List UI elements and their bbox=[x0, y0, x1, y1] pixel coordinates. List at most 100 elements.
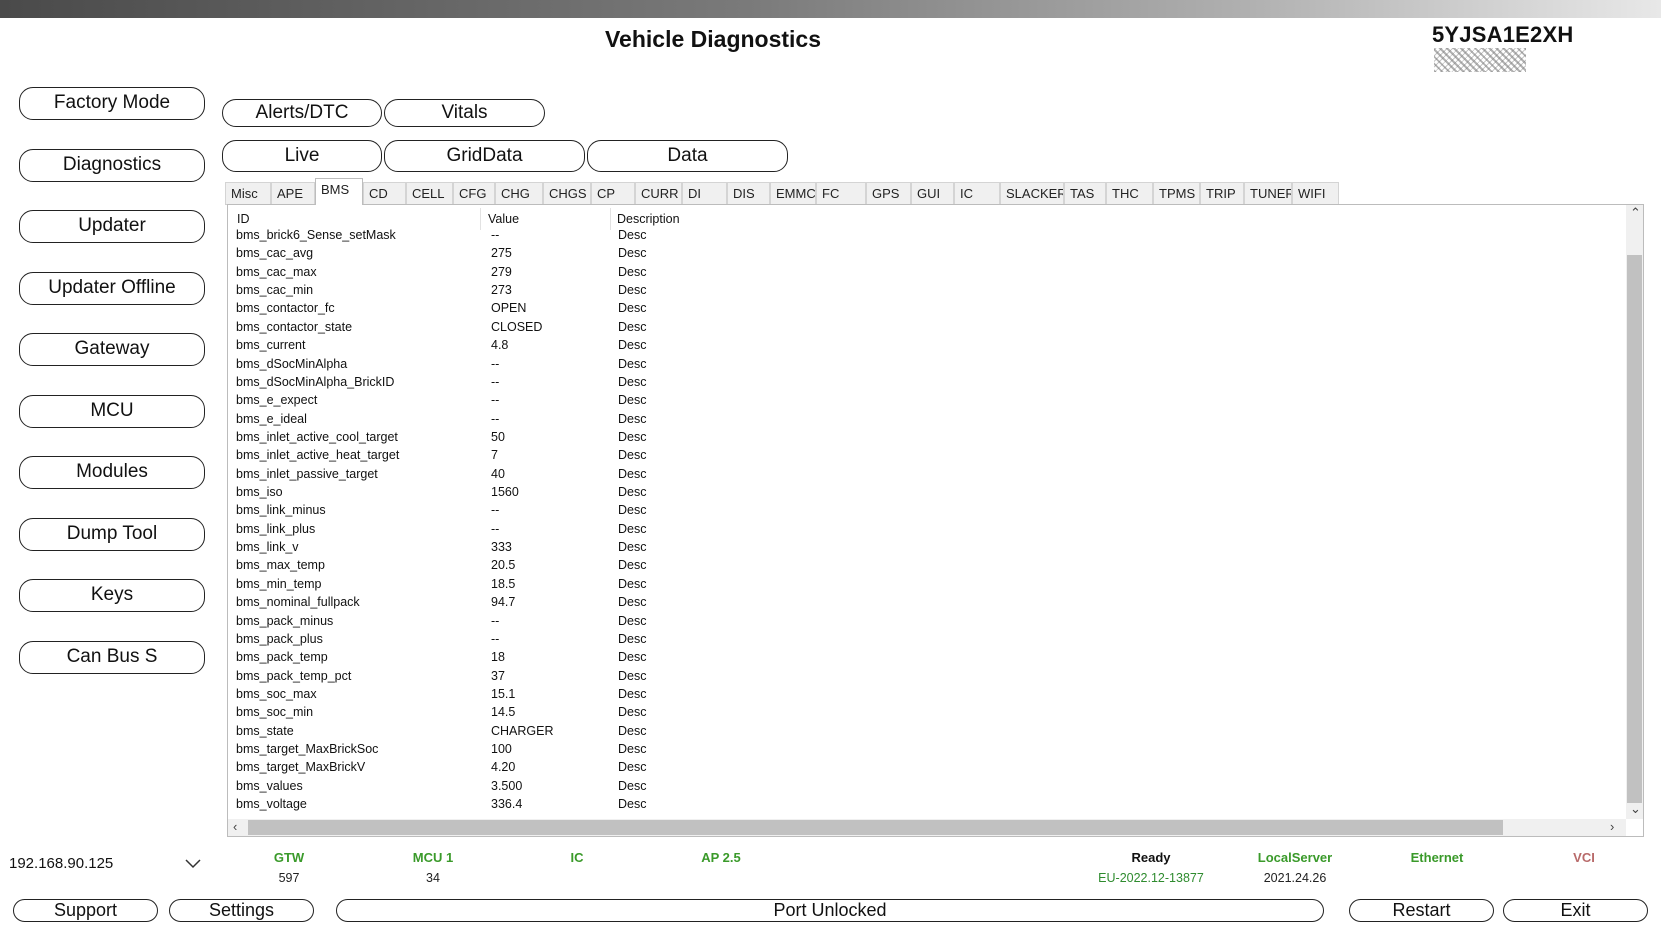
status-value-localserver: 2021.24.26 bbox=[1263, 871, 1327, 885]
tab-data[interactable]: Data bbox=[587, 140, 788, 172]
tab-gui[interactable]: GUI bbox=[911, 182, 954, 204]
table-row[interactable]: bms_voltage 336.4 Desc bbox=[228, 797, 1626, 815]
cell-description: Desc bbox=[618, 485, 647, 500]
column-separator[interactable] bbox=[610, 208, 611, 230]
table-row[interactable]: bms_cac_min 273 Desc bbox=[228, 283, 1626, 301]
tab-tpms[interactable]: TPMS bbox=[1153, 182, 1200, 204]
tab-ape[interactable]: APE bbox=[271, 182, 315, 204]
tab-gps[interactable]: GPS bbox=[866, 182, 911, 204]
table-row[interactable]: bms_link_minus -- Desc bbox=[228, 503, 1626, 521]
sidebar-button-can-bus-s[interactable]: Can Bus S bbox=[19, 640, 205, 674]
tab-fc[interactable]: FC bbox=[816, 182, 866, 204]
status-label-localserver: LocalServer bbox=[1257, 850, 1333, 865]
column-header-description[interactable]: Description bbox=[617, 212, 680, 226]
tab-dis[interactable]: DIS bbox=[727, 182, 770, 204]
table-row[interactable]: bms_contactor_state CLOSED Desc bbox=[228, 320, 1626, 338]
table-row[interactable]: bms_current 4.8 Desc bbox=[228, 338, 1626, 356]
restart-button[interactable]: Restart bbox=[1349, 899, 1494, 922]
sidebar-button-updater-offline[interactable]: Updater Offline bbox=[19, 271, 205, 305]
table-row[interactable]: bms_e_ideal -- Desc bbox=[228, 412, 1626, 430]
tab-griddata[interactable]: GridData bbox=[384, 140, 585, 172]
tab-misc[interactable]: Misc bbox=[225, 182, 271, 204]
tab-alerts-dtc[interactable]: Alerts/DTC bbox=[222, 99, 382, 127]
table-row[interactable]: bms_pack_minus -- Desc bbox=[228, 614, 1626, 632]
column-header-value[interactable]: Value bbox=[488, 212, 519, 226]
sidebar-button-factory-mode[interactable]: Factory Mode bbox=[19, 87, 205, 120]
tab-chg[interactable]: CHG bbox=[495, 182, 543, 204]
table-row[interactable]: bms_pack_temp_pct 37 Desc bbox=[228, 669, 1626, 687]
tab-wifi[interactable]: WIFI bbox=[1292, 182, 1339, 204]
sidebar-button-mcu[interactable]: MCU bbox=[19, 394, 205, 428]
cell-id: bms_contactor_state bbox=[236, 319, 353, 334]
sidebar-button-updater[interactable]: Updater bbox=[19, 210, 205, 243]
scroll-down-icon[interactable]: ⌄ bbox=[1630, 801, 1641, 817]
cell-value: -- bbox=[491, 631, 500, 646]
tab-emmc[interactable]: EMMC bbox=[770, 182, 816, 204]
exit-button[interactable]: Exit bbox=[1503, 899, 1648, 922]
sidebar-button-gateway[interactable]: Gateway bbox=[19, 333, 205, 366]
table-row[interactable]: bms_target_MaxBrickSoc 100 Desc bbox=[228, 742, 1626, 760]
tab-slacker[interactable]: SLACKER bbox=[1000, 182, 1064, 204]
cell-description: Desc bbox=[618, 613, 647, 628]
table-row[interactable]: bms_state CHARGER Desc bbox=[228, 724, 1626, 742]
table-row[interactable]: bms_iso 1560 Desc bbox=[228, 485, 1626, 503]
vertical-scrollbar[interactable]: ⌃ ⌄ bbox=[1626, 205, 1643, 819]
tab-di[interactable]: DI bbox=[682, 182, 727, 204]
table-row[interactable]: bms_max_temp 20.5 Desc bbox=[228, 558, 1626, 576]
tab-ic[interactable]: IC bbox=[954, 182, 1000, 204]
sidebar-button-keys[interactable]: Keys bbox=[19, 579, 205, 612]
table-row[interactable]: bms_min_temp 18.5 Desc bbox=[228, 577, 1626, 595]
settings-button[interactable]: Settings bbox=[169, 899, 314, 922]
table-row[interactable]: bms_contactor_fc OPEN Desc bbox=[228, 301, 1626, 319]
tab-bms[interactable]: BMS bbox=[315, 178, 363, 205]
status-label-ic: IC bbox=[570, 850, 584, 865]
tab-vitals[interactable]: Vitals bbox=[384, 99, 545, 127]
table-row[interactable]: bms_cac_max 279 Desc bbox=[228, 265, 1626, 283]
tab-cp[interactable]: CP bbox=[591, 182, 635, 204]
tab-thc[interactable]: THC bbox=[1106, 182, 1153, 204]
tab-cfg[interactable]: CFG bbox=[453, 182, 495, 204]
tab-tuner[interactable]: TUNER bbox=[1244, 182, 1292, 204]
table-row[interactable]: bms_e_expect -- Desc bbox=[228, 393, 1626, 411]
sidebar-button-dump-tool[interactable]: Dump Tool bbox=[19, 517, 205, 551]
table-row[interactable]: bms_cac_avg 275 Desc bbox=[228, 246, 1626, 264]
port-status-button[interactable]: Port Unlocked bbox=[336, 899, 1324, 922]
table-row[interactable]: bms_dSocMinAlpha -- Desc bbox=[228, 357, 1626, 375]
table-row[interactable]: bms_pack_plus -- Desc bbox=[228, 632, 1626, 650]
tab-tas[interactable]: TAS bbox=[1064, 182, 1106, 204]
table-row[interactable]: bms_inlet_passive_target 40 Desc bbox=[228, 467, 1626, 485]
cell-id: bms_inlet_passive_target bbox=[236, 466, 378, 481]
sidebar-button-diagnostics[interactable]: Diagnostics bbox=[19, 148, 205, 182]
tab-trip[interactable]: TRIP bbox=[1200, 182, 1244, 204]
tab-live[interactable]: Live bbox=[222, 140, 382, 172]
status-value-gtw: 597 bbox=[278, 871, 300, 885]
tab-curr[interactable]: CURR bbox=[635, 182, 682, 204]
table-row[interactable]: bms_nominal_fullpack 94.7 Desc bbox=[228, 595, 1626, 613]
table-row[interactable]: bms_inlet_active_cool_target 50 Desc bbox=[228, 430, 1626, 448]
table-row[interactable]: bms_dSocMinAlpha_BrickID -- Desc bbox=[228, 375, 1626, 393]
tab-cell[interactable]: CELL bbox=[406, 182, 453, 204]
table-row[interactable]: bms_soc_max 15.1 Desc bbox=[228, 687, 1626, 705]
table-row[interactable]: bms_pack_temp 18 Desc bbox=[228, 650, 1626, 668]
table-row[interactable]: bms_link_plus -- Desc bbox=[228, 522, 1626, 540]
scroll-right-icon[interactable]: › bbox=[1610, 819, 1614, 834]
tab-chgs[interactable]: CHGS bbox=[543, 182, 591, 204]
tab-cd[interactable]: CD bbox=[363, 182, 406, 204]
scroll-left-icon[interactable]: ‹ bbox=[233, 819, 237, 834]
support-button[interactable]: Support bbox=[13, 899, 158, 922]
table-row[interactable]: bms_values 3.500 Desc bbox=[228, 779, 1626, 797]
ip-address-select[interactable]: 192.168.90.125 bbox=[0, 847, 216, 880]
cell-description: Desc bbox=[618, 540, 647, 555]
column-header-id[interactable]: ID bbox=[237, 212, 250, 226]
table-row[interactable]: bms_link_v 333 Desc bbox=[228, 540, 1626, 558]
table-row[interactable]: bms_inlet_active_heat_target 7 Desc bbox=[228, 448, 1626, 466]
horizontal-scrollbar[interactable]: ‹ › bbox=[228, 819, 1626, 836]
table-row[interactable]: bms_soc_min 14.5 Desc bbox=[228, 705, 1626, 723]
table-row[interactable]: bms_target_MaxBrickV 4.20 Desc bbox=[228, 760, 1626, 778]
vertical-scroll-thumb[interactable] bbox=[1627, 255, 1642, 803]
scroll-up-icon[interactable]: ⌃ bbox=[1630, 205, 1641, 221]
column-separator[interactable] bbox=[480, 208, 481, 230]
table-row[interactable]: bms_brick6_Sense_setMask -- Desc bbox=[228, 228, 1626, 246]
sidebar-button-modules[interactable]: Modules bbox=[19, 456, 205, 489]
horizontal-scroll-thumb[interactable] bbox=[248, 820, 1503, 835]
